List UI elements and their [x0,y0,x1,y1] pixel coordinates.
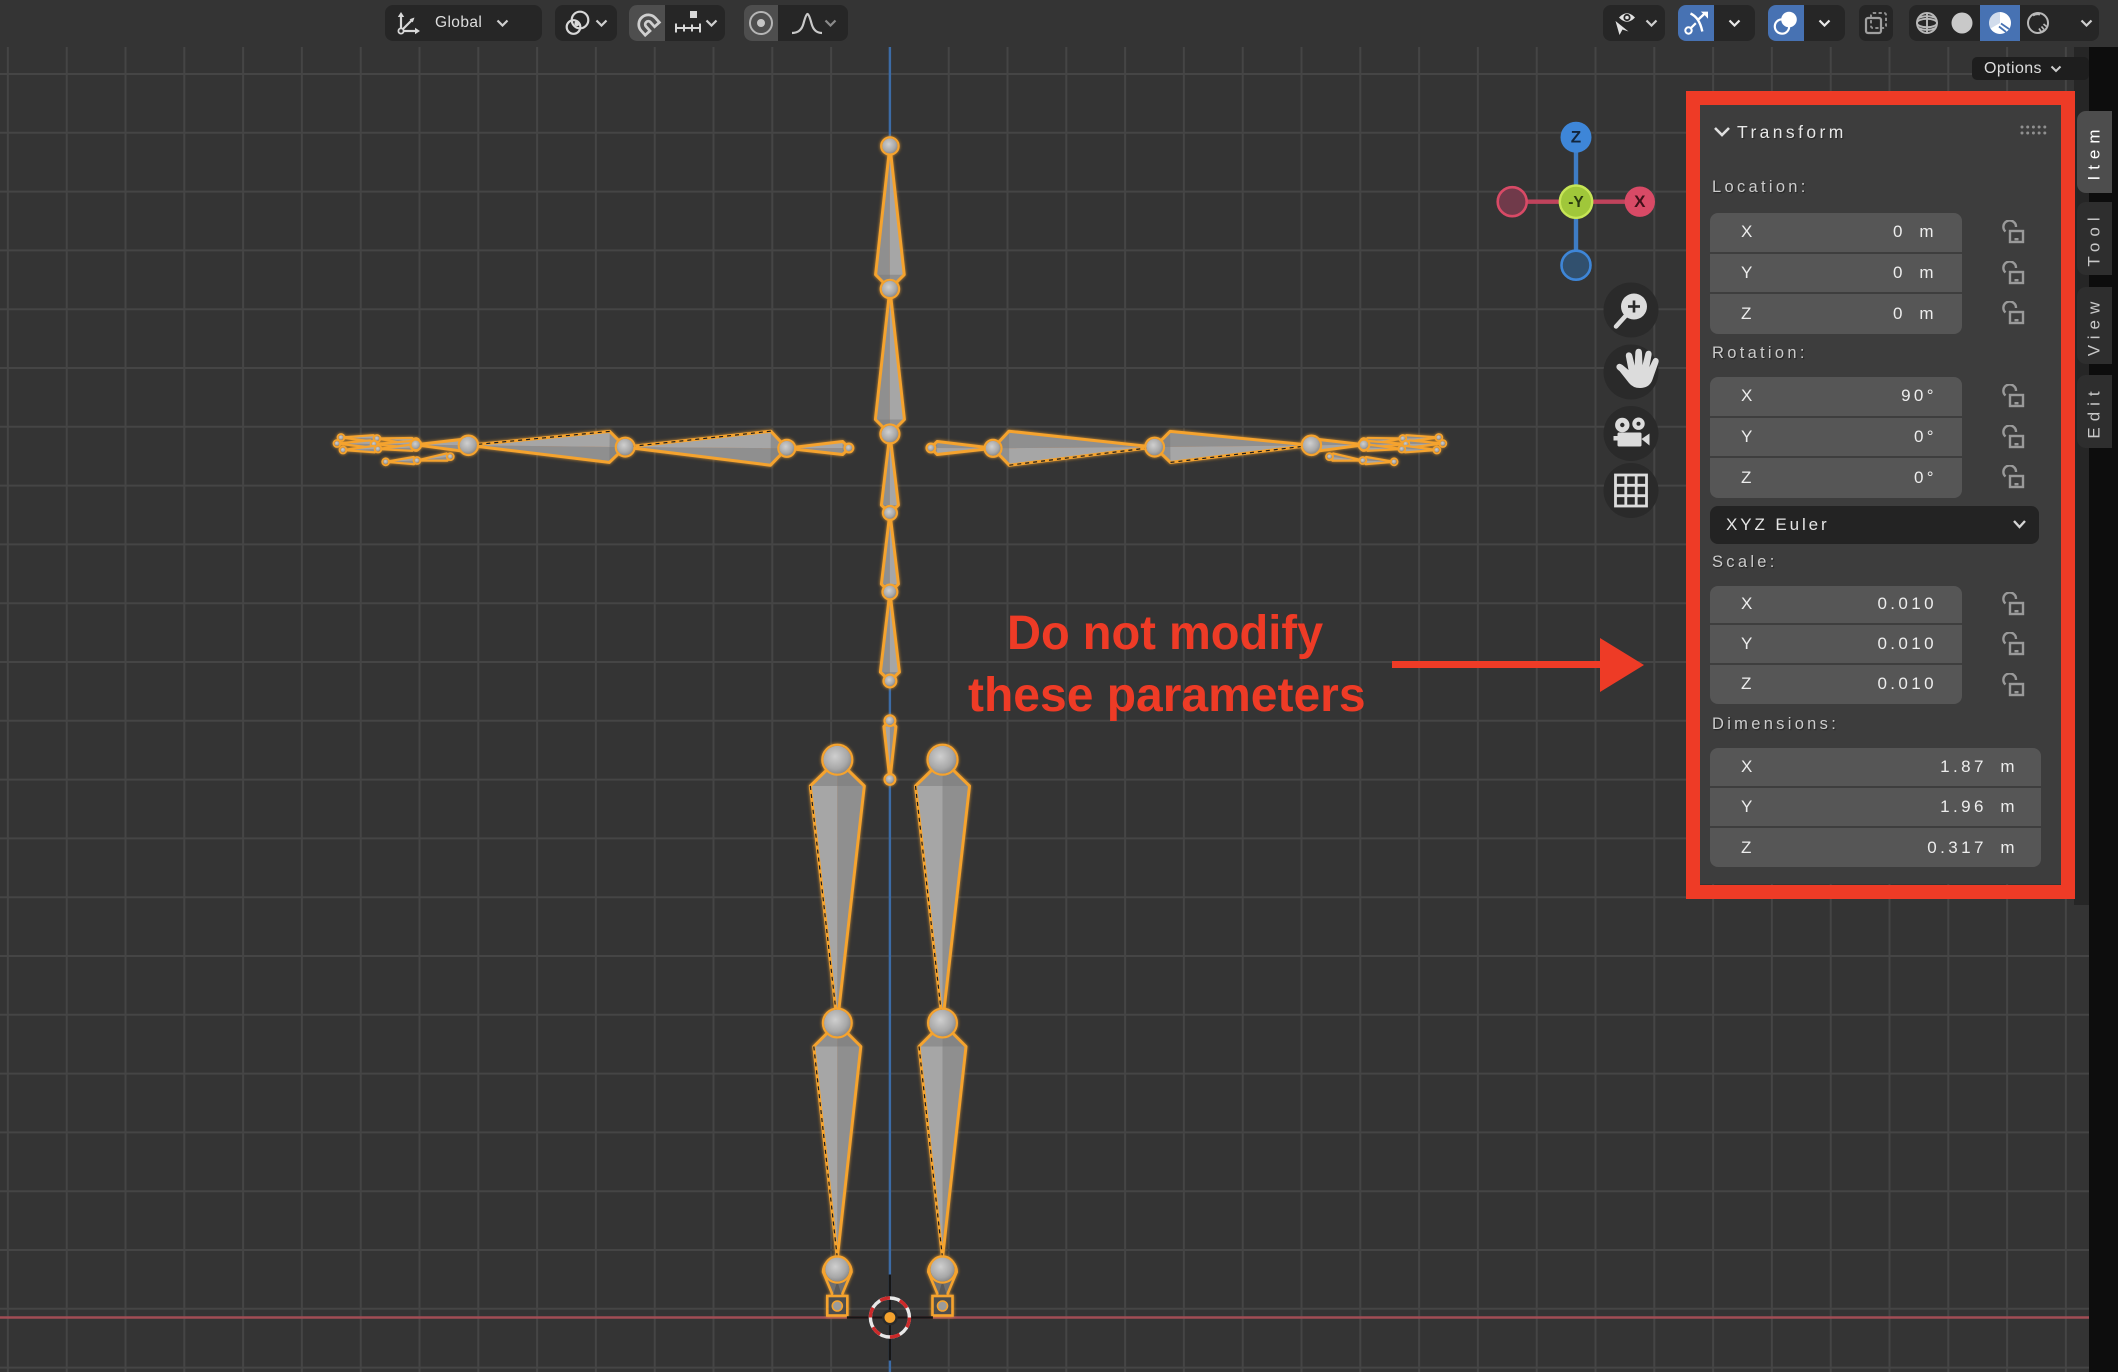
svg-text:X: X [1634,192,1646,211]
svg-text:Z: Z [1571,128,1581,147]
svg-text:-Y: -Y [1568,194,1584,211]
